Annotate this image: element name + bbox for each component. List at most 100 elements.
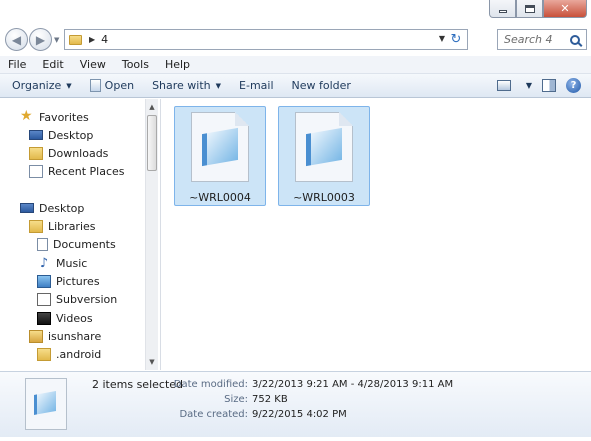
nav-label: Downloads: [48, 146, 109, 160]
music-icon: ♪: [39, 255, 49, 271]
file-item[interactable]: ~WRL0003: [278, 106, 370, 206]
nav-label: isunshare: [48, 329, 102, 343]
views-dropdown-icon[interactable]: ▼: [526, 81, 532, 90]
nav-scrollbar[interactable]: ▲ ▼: [145, 99, 158, 370]
date-created-label: Date created:: [179, 409, 248, 420]
chevron-down-icon: ▼: [215, 81, 222, 90]
libraries-icon: [29, 219, 43, 233]
open-label: Open: [104, 79, 135, 92]
share-with-label: Share with: [152, 79, 211, 92]
refresh-icon[interactable]: ↻: [447, 31, 465, 48]
help-icon[interactable]: ?: [566, 78, 581, 93]
nav-isunshare[interactable]: isunshare: [29, 327, 101, 345]
nav-label: Subversion: [56, 292, 118, 306]
star-icon: ★: [20, 108, 33, 124]
window-controls: ✕: [489, 0, 587, 18]
file-glyph: [202, 127, 238, 167]
menu-bar: File Edit View Tools Help: [0, 56, 591, 74]
nav-label: Recent Places: [48, 164, 125, 178]
menu-help[interactable]: Help: [157, 58, 198, 71]
menu-view[interactable]: View: [72, 58, 114, 71]
documents-icon: [37, 237, 48, 251]
new-folder-button[interactable]: New folder: [283, 79, 360, 92]
back-button[interactable]: ◀: [5, 28, 28, 51]
address-row: ◀ ▶ ▼ ▶ 4 ▼ ↻ Search 4: [0, 24, 591, 54]
search-input[interactable]: Search 4: [497, 29, 587, 50]
nav-pictures[interactable]: Pictures: [37, 272, 100, 290]
nav-label: Favorites: [39, 110, 89, 124]
file-icon: [295, 112, 353, 182]
navigation-pane: ★ Favorites Desktop Downloads Recent Plac…: [0, 99, 158, 370]
nav-label: .android: [56, 347, 102, 361]
details-pane: 2 items selected Date modified: 3/22/201…: [0, 371, 591, 437]
window-bottom-edge: [0, 437, 591, 441]
scroll-thumb[interactable]: [147, 115, 157, 171]
email-label: E-mail: [239, 79, 274, 92]
date-modified-label: Date modified:: [173, 379, 248, 390]
views-icon[interactable]: [496, 80, 511, 91]
nav-label: Videos: [56, 311, 93, 325]
nav-videos[interactable]: Videos: [37, 309, 93, 327]
size-label: Size:: [224, 394, 248, 405]
menu-edit[interactable]: Edit: [34, 58, 71, 71]
folder-icon: [37, 347, 51, 361]
desktop-icon: [29, 130, 43, 140]
chevron-down-icon: ▼: [66, 81, 72, 90]
minimize-icon: [498, 10, 507, 13]
file-list[interactable]: ~WRL0004 ~WRL0003: [160, 99, 591, 370]
preview-pane-icon[interactable]: [542, 79, 556, 92]
share-with-button[interactable]: Share with ▼: [143, 79, 230, 92]
open-button[interactable]: Open: [81, 79, 143, 92]
nav-label: Music: [56, 256, 88, 270]
organize-button[interactable]: Organize ▼: [0, 79, 81, 92]
breadcrumb-current[interactable]: 4: [101, 33, 108, 46]
forward-icon: ▶: [35, 32, 46, 47]
nav-desktop[interactable]: Desktop: [20, 199, 84, 217]
maximize-button[interactable]: [516, 0, 543, 18]
nav-documents[interactable]: Documents: [37, 235, 116, 253]
nav-label: Desktop: [48, 128, 94, 142]
file-name: ~WRL0004: [189, 191, 251, 204]
nav-music[interactable]: ♪ Music: [37, 254, 87, 272]
nav-label: Libraries: [48, 219, 96, 233]
forward-button[interactable]: ▶: [29, 28, 52, 51]
scroll-up-icon[interactable]: ▲: [146, 101, 158, 113]
menu-tools[interactable]: Tools: [114, 58, 157, 71]
address-history-dropdown[interactable]: ▼: [439, 34, 445, 43]
nav-downloads[interactable]: Downloads: [29, 144, 108, 162]
title-bar: ✕: [0, 0, 591, 24]
email-button[interactable]: E-mail: [230, 79, 283, 92]
subversion-icon: [37, 292, 51, 306]
file-glyph: [306, 127, 342, 167]
nav-label: Desktop: [39, 201, 85, 215]
maximize-icon: [524, 4, 535, 13]
organize-label: Organize: [12, 79, 62, 92]
nav-desktop-favorite[interactable]: Desktop: [29, 126, 93, 144]
nav-favorites[interactable]: ★ Favorites: [20, 108, 89, 126]
breadcrumb-separator-icon[interactable]: ▶: [89, 35, 95, 44]
pictures-icon: [37, 274, 51, 288]
close-button[interactable]: ✕: [543, 0, 587, 18]
file-glyph: [34, 391, 56, 415]
nav-label: Documents: [53, 237, 116, 251]
search-icon[interactable]: [570, 34, 580, 45]
folder-icon: [69, 34, 82, 45]
videos-icon: [37, 311, 51, 325]
recent-places-icon: [29, 164, 43, 178]
file-icon: [191, 112, 249, 182]
menu-file[interactable]: File: [0, 58, 34, 71]
nav-libraries[interactable]: Libraries: [29, 217, 96, 235]
nav-android[interactable]: .android: [37, 345, 101, 363]
minimize-button[interactable]: [489, 0, 516, 18]
file-name: ~WRL0003: [293, 191, 355, 204]
nav-recent-places[interactable]: Recent Places: [29, 162, 125, 180]
nav-label: Pictures: [56, 274, 100, 288]
date-created-value: 9/22/2015 4:02 PM: [252, 409, 347, 420]
file-item[interactable]: ~WRL0004: [174, 106, 266, 206]
address-bar[interactable]: ▶ 4 ▼ ↻: [64, 29, 468, 50]
recent-pages-dropdown[interactable]: ▼: [54, 36, 59, 44]
scroll-down-icon[interactable]: ▼: [146, 356, 158, 368]
close-icon: ✕: [560, 2, 570, 15]
nav-subversion[interactable]: Subversion: [37, 290, 117, 308]
search-placeholder[interactable]: Search 4: [504, 33, 570, 46]
